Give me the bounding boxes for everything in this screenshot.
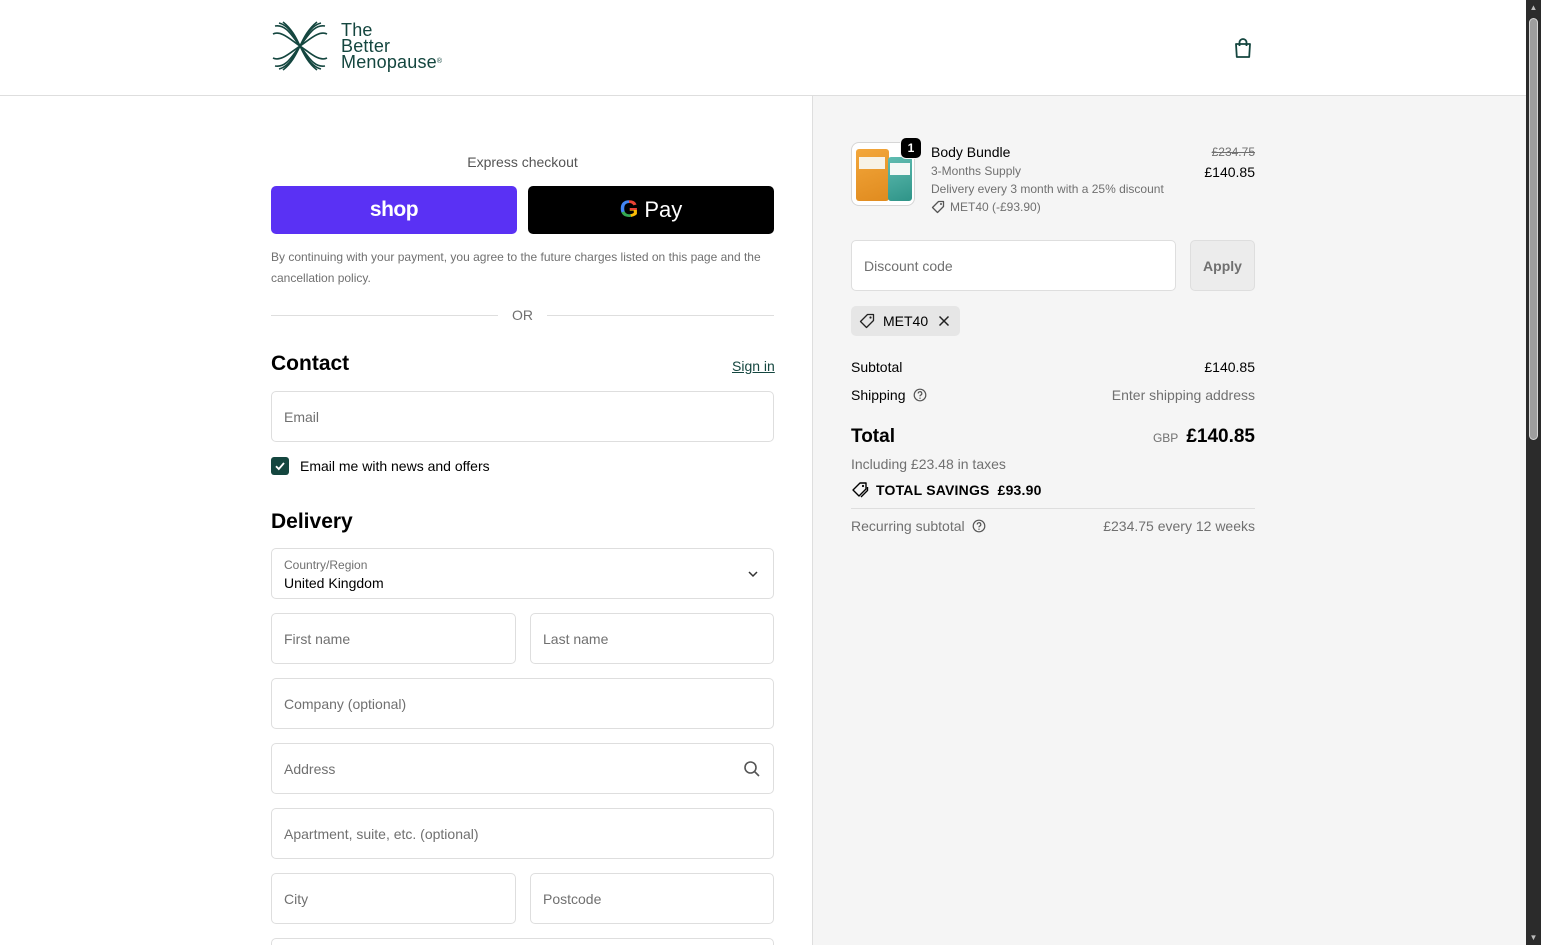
- recurring-help-icon[interactable]: [972, 519, 986, 533]
- shipping-value: Enter shipping address: [1111, 387, 1255, 403]
- divider-line: [271, 314, 498, 316]
- subscription-plan: Delivery every 3 month with a 25% discou…: [931, 182, 1164, 196]
- google-pay-label: Pay: [644, 197, 683, 222]
- or-label: OR: [512, 307, 533, 323]
- apply-discount-button[interactable]: Apply: [1190, 240, 1255, 291]
- site-header: The Better Menopause®: [0, 0, 1526, 96]
- applied-discount-chip: MET40: [851, 306, 961, 336]
- phone-field[interactable]: [271, 938, 774, 945]
- discounted-price: £140.85: [1204, 164, 1255, 180]
- line-item-discount: MET40 (-£93.90): [931, 200, 1041, 214]
- tag-icon: [931, 200, 945, 214]
- city-placeholder: City: [284, 891, 309, 907]
- first-name-field[interactable]: First name: [271, 613, 516, 664]
- total-savings: TOTAL SAVINGS £93.90: [851, 481, 1042, 499]
- delivery-heading: Delivery: [271, 510, 353, 533]
- brand-logo-mark-icon: [272, 21, 328, 71]
- google-g-icon: G: [619, 196, 639, 223]
- subtotal-value: £140.85: [1204, 359, 1255, 375]
- remove-discount-close-icon[interactable]: [938, 315, 950, 327]
- total-label: Total: [851, 426, 895, 447]
- total-savings-value: £93.90: [997, 482, 1042, 498]
- shipping-help-icon[interactable]: [913, 388, 927, 402]
- postcode-placeholder: Postcode: [543, 891, 602, 907]
- google-pay-button[interactable]: G Pay: [528, 186, 774, 234]
- newsletter-checkbox-row[interactable]: Email me with news and offers: [271, 457, 490, 475]
- country-select[interactable]: Country/Region United Kingdom: [271, 548, 774, 599]
- apartment-placeholder: Apartment, suite, etc. (optional): [284, 826, 479, 842]
- company-field[interactable]: Company (optional): [271, 678, 774, 729]
- brand-registered-mark: ®: [436, 58, 443, 65]
- last-name-placeholder: Last name: [543, 631, 609, 647]
- subtotal-row: Subtotal £140.85: [851, 359, 1255, 375]
- email-field[interactable]: Email: [271, 391, 774, 442]
- shipping-row: Shipping Enter shipping address: [851, 387, 1255, 403]
- contact-heading: Contact: [271, 352, 350, 375]
- applied-discount-code: MET40: [883, 313, 929, 329]
- shipping-label: Shipping: [851, 387, 906, 403]
- original-price: £234.75: [1211, 145, 1255, 159]
- country-value: United Kingdom: [284, 575, 384, 591]
- search-icon[interactable]: [743, 760, 761, 778]
- scroll-down-arrow-icon[interactable]: ▼: [1529, 933, 1538, 942]
- line-item-discount-text: MET40 (-£93.90): [950, 200, 1041, 214]
- brand-logo[interactable]: The Better Menopause®: [271, 20, 442, 72]
- city-field[interactable]: City: [271, 873, 516, 924]
- express-checkout-title: Express checkout: [467, 154, 578, 170]
- discount-code-input[interactable]: Discount code: [851, 240, 1176, 291]
- payment-consent-text: By continuing with your payment, you agr…: [271, 250, 761, 285]
- email-placeholder: Email: [284, 409, 320, 425]
- total-value: £140.85: [1186, 426, 1255, 447]
- quantity-badge: 1: [900, 137, 922, 159]
- sign-in-link[interactable]: Sign in: [732, 358, 775, 374]
- brand-wordmark: The Better Menopause®: [341, 21, 443, 72]
- recurring-subtotal-label: Recurring subtotal: [851, 518, 965, 534]
- newsletter-checkbox[interactable]: [271, 457, 289, 475]
- postcode-field[interactable]: Postcode: [530, 873, 774, 924]
- chevron-down-icon: [748, 571, 758, 578]
- summary-divider: [851, 508, 1255, 509]
- page-scrollbar[interactable]: ▲ ▼: [1526, 0, 1541, 945]
- taxes-text: Including £23.48 in taxes: [851, 456, 1006, 472]
- shopping-bag-icon[interactable]: [1231, 36, 1255, 60]
- scrollbar-thumb[interactable]: [1529, 18, 1538, 440]
- shop-pay-label: shop: [369, 198, 419, 221]
- discount-code-placeholder: Discount code: [864, 258, 953, 274]
- shop-pay-button[interactable]: shop: [271, 186, 517, 234]
- brand-line-3: Menopause: [341, 52, 437, 72]
- divider-line: [547, 314, 774, 316]
- taxes-row: Including £23.48 in taxes: [851, 456, 1255, 472]
- apartment-field[interactable]: Apartment, suite, etc. (optional): [271, 808, 774, 859]
- newsletter-label: Email me with news and offers: [300, 458, 490, 474]
- or-divider: OR: [271, 305, 774, 325]
- savings-tags-icon: [852, 482, 869, 498]
- checkmark-icon: [275, 462, 285, 471]
- line-item: 1 Body Bundle 3-Months Supply Delivery e…: [851, 137, 1255, 222]
- currency-code: GBP: [1152, 431, 1179, 445]
- country-label: Country/Region: [284, 558, 368, 572]
- product-name: Body Bundle: [931, 144, 1011, 160]
- tag-icon: [859, 313, 875, 329]
- company-placeholder: Company (optional): [284, 696, 407, 712]
- recurring-subtotal-value: £234.75 every 12 weeks: [1103, 518, 1255, 534]
- recurring-subtotal-row: Recurring subtotal £234.75 every 12 week…: [851, 518, 1255, 534]
- subtotal-label: Subtotal: [851, 359, 903, 375]
- scroll-up-arrow-icon[interactable]: ▲: [1529, 3, 1538, 12]
- first-name-placeholder: First name: [284, 631, 351, 647]
- product-variant: 3-Months Supply: [931, 164, 1022, 178]
- last-name-field[interactable]: Last name: [530, 613, 774, 664]
- address-placeholder: Address: [284, 761, 336, 777]
- address-field[interactable]: Address: [271, 743, 774, 794]
- total-row: Total GBP £140.85: [851, 426, 1255, 448]
- total-savings-label: TOTAL SAVINGS: [876, 482, 990, 498]
